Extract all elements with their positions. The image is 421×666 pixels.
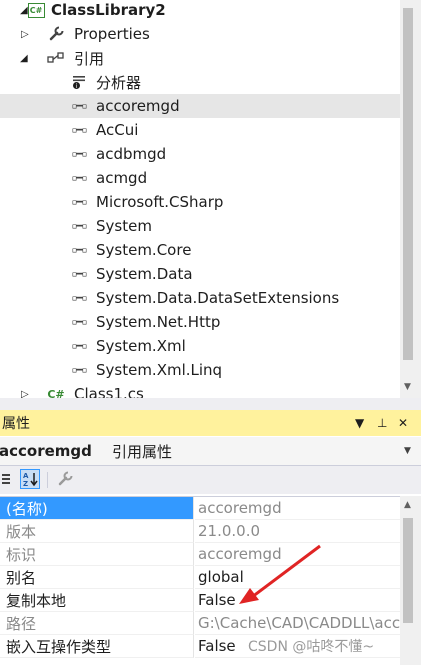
annotation-arrow-shaft <box>251 544 321 599</box>
annotation-arrow-head <box>239 588 259 604</box>
watermark: CSDN @咕咚不懂~ <box>248 639 375 655</box>
annotation-arrow <box>239 544 321 604</box>
